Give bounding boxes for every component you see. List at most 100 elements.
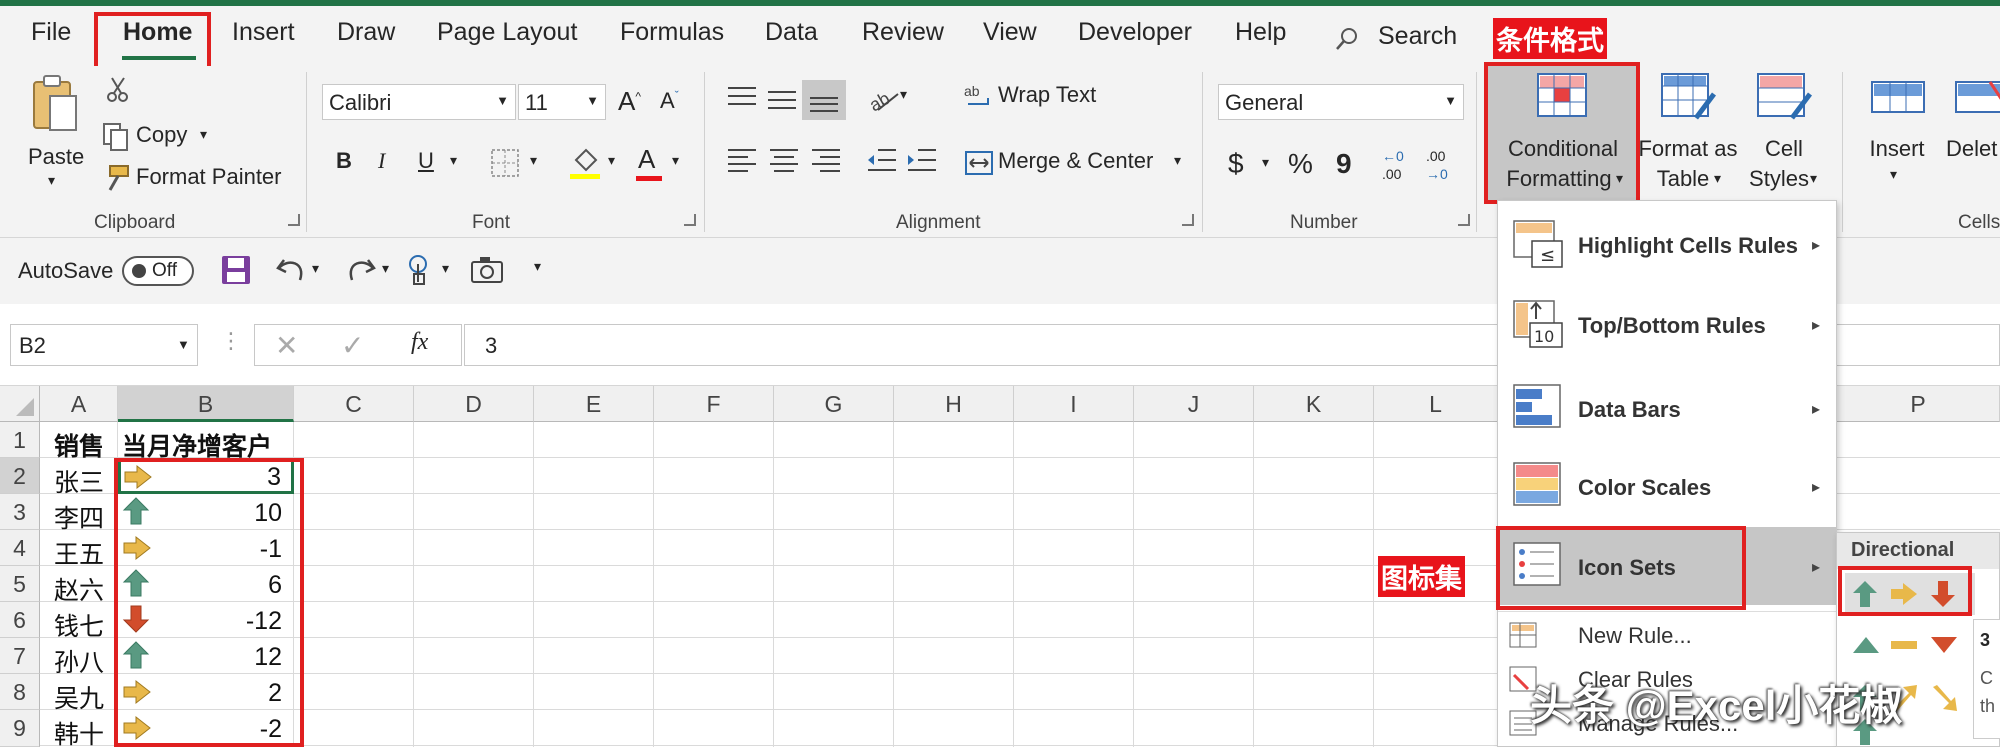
copy-button[interactable]: Copy ▾ xyxy=(100,120,220,154)
column-header-d[interactable]: D xyxy=(414,386,534,422)
row-header-6[interactable]: 6 xyxy=(0,602,40,638)
column-header-c[interactable]: C xyxy=(294,386,414,422)
row-header-8[interactable]: 8 xyxy=(0,674,40,710)
column-header-k[interactable]: K xyxy=(1254,386,1374,422)
font-launcher-icon[interactable] xyxy=(684,214,696,226)
italic-button[interactable]: I xyxy=(378,148,385,174)
font-color-dropdown-icon[interactable]: ▾ xyxy=(672,152,679,169)
icon-set-3-triangles[interactable] xyxy=(1845,625,1975,665)
cell-a5[interactable]: 赵六 xyxy=(54,571,104,607)
paste-button[interactable]: Paste ▾ xyxy=(20,74,90,194)
tab-file[interactable]: File xyxy=(31,18,71,47)
align-center-icon[interactable] xyxy=(768,146,800,174)
wrap-text-button[interactable]: ab Wrap Text xyxy=(964,80,1164,116)
tab-help[interactable]: Help xyxy=(1235,18,1286,47)
row-header-4[interactable]: 4 xyxy=(0,530,40,566)
tab-data[interactable]: Data xyxy=(765,18,818,47)
column-header-l[interactable]: L xyxy=(1374,386,1498,422)
underline-button[interactable]: U xyxy=(418,148,434,174)
touch-mode-icon[interactable] xyxy=(404,252,438,288)
number-format-dropdown[interactable]: General ▼ xyxy=(1218,84,1464,120)
autosave-toggle[interactable]: Off xyxy=(122,256,194,286)
merge-center-button[interactable]: Merge & Center ▾ xyxy=(964,146,1194,182)
redo-icon[interactable] xyxy=(342,252,378,288)
tab-insert[interactable]: Insert xyxy=(232,18,295,47)
undo-icon[interactable] xyxy=(274,252,310,288)
align-top-icon[interactable] xyxy=(726,84,758,112)
align-middle-icon[interactable] xyxy=(766,84,798,112)
touch-dropdown-icon[interactable]: ▾ xyxy=(442,260,449,277)
column-header-b[interactable]: B xyxy=(118,386,294,422)
orientation-icon[interactable]: ab xyxy=(866,82,900,114)
clipboard-launcher-icon[interactable] xyxy=(288,214,300,226)
decrease-indent-icon[interactable] xyxy=(866,146,898,174)
column-header-j[interactable]: J xyxy=(1134,386,1254,422)
number-launcher-icon[interactable] xyxy=(1458,214,1470,226)
row-header-2[interactable]: 2 xyxy=(0,458,40,494)
font-color-button[interactable]: A xyxy=(638,144,655,175)
font-name-dropdown[interactable]: Calibri ▼ xyxy=(322,84,516,120)
bold-button[interactable]: B xyxy=(336,148,352,174)
enter-icon[interactable]: ✓ xyxy=(341,329,364,362)
cut-button[interactable] xyxy=(100,76,180,104)
undo-dropdown-icon[interactable]: ▾ xyxy=(312,260,319,277)
decrease-font-size-button[interactable]: Aˇ xyxy=(660,88,679,114)
underline-dropdown-icon[interactable]: ▾ xyxy=(450,152,457,169)
column-header-f[interactable]: F xyxy=(654,386,774,422)
menu-item-new-rule[interactable]: New Rule... xyxy=(1498,613,1836,657)
cell-a2[interactable]: 张三 xyxy=(54,463,104,499)
cell-a7[interactable]: 孙八 xyxy=(54,643,104,679)
insert-function-button[interactable]: fx xyxy=(411,329,428,356)
search-box[interactable]: Search xyxy=(1330,16,1460,56)
menu-item-data-bars[interactable]: Data Bars ▸ xyxy=(1498,369,1836,447)
column-header-p[interactable]: P xyxy=(1836,386,2000,422)
align-right-icon[interactable] xyxy=(810,146,842,174)
fill-color-icon[interactable] xyxy=(568,146,602,180)
cell-a9[interactable]: 韩十 xyxy=(54,715,104,747)
column-header-g[interactable]: G xyxy=(774,386,894,422)
row-header-7[interactable]: 7 xyxy=(0,638,40,674)
cell-a1[interactable]: 销售 xyxy=(54,427,104,463)
format-painter-button[interactable]: Format Painter xyxy=(100,162,290,196)
column-header-e[interactable]: E xyxy=(534,386,654,422)
menu-item-top-bottom-rules[interactable]: 10 Top/Bottom Rules ▸ xyxy=(1498,285,1836,363)
decrease-decimal-button[interactable]: .00 →0 xyxy=(1426,148,1466,188)
borders-dropdown-icon[interactable]: ▾ xyxy=(530,152,537,169)
tab-view[interactable]: View xyxy=(983,18,1037,47)
orientation-dropdown-icon[interactable]: ▾ xyxy=(900,86,907,103)
font-size-dropdown[interactable]: 11 ▼ xyxy=(518,84,606,120)
customize-qat-icon[interactable]: ▾ xyxy=(534,258,541,275)
percent-button[interactable]: % xyxy=(1288,148,1313,180)
select-all-corner[interactable] xyxy=(0,386,40,422)
menu-item-highlight-cells-rules[interactable]: ≤ Highlight Cells Rules ▸ xyxy=(1498,205,1836,283)
delete-cells-button[interactable]: Delet xyxy=(1946,66,2000,200)
cell-a3[interactable]: 李四 xyxy=(54,499,104,535)
align-left-icon[interactable] xyxy=(726,146,758,174)
tab-page-layout[interactable]: Page Layout xyxy=(437,18,577,47)
increase-decimal-button[interactable]: ←0 .00 xyxy=(1382,148,1422,188)
row-header-9[interactable]: 9 xyxy=(0,710,40,747)
cell-styles-button[interactable]: Cell Styles ▾ xyxy=(1740,66,1828,200)
menu-item-color-scales[interactable]: Color Scales ▸ xyxy=(1498,447,1836,525)
borders-icon[interactable] xyxy=(490,148,520,178)
increase-indent-icon[interactable] xyxy=(906,146,938,174)
cell-a6[interactable]: 钱七 xyxy=(54,607,104,643)
tab-developer[interactable]: Developer xyxy=(1078,18,1192,47)
row-header-3[interactable]: 3 xyxy=(0,494,40,530)
fill-color-dropdown-icon[interactable]: ▾ xyxy=(608,152,615,169)
name-box[interactable]: B2 ▼ xyxy=(10,324,198,366)
camera-icon[interactable] xyxy=(470,254,504,286)
cancel-icon[interactable]: ✕ xyxy=(275,329,298,362)
column-header-i[interactable]: I xyxy=(1014,386,1134,422)
column-header-a[interactable]: A xyxy=(40,386,118,422)
comma-style-button[interactable]: 9 xyxy=(1336,148,1352,180)
increase-font-size-button[interactable]: A^ xyxy=(618,86,641,117)
currency-dropdown-icon[interactable]: ▾ xyxy=(1262,154,1269,171)
align-bottom-button[interactable] xyxy=(802,80,846,120)
insert-cells-button[interactable]: Insert ▾ xyxy=(1860,66,1934,200)
column-header-h[interactable]: H xyxy=(894,386,1014,422)
tab-draw[interactable]: Draw xyxy=(337,18,395,47)
format-as-table-button[interactable]: Format as Table ▾ xyxy=(1638,66,1738,200)
cell-a8[interactable]: 吴九 xyxy=(54,679,104,715)
row-header-1[interactable]: 1 xyxy=(0,422,40,458)
